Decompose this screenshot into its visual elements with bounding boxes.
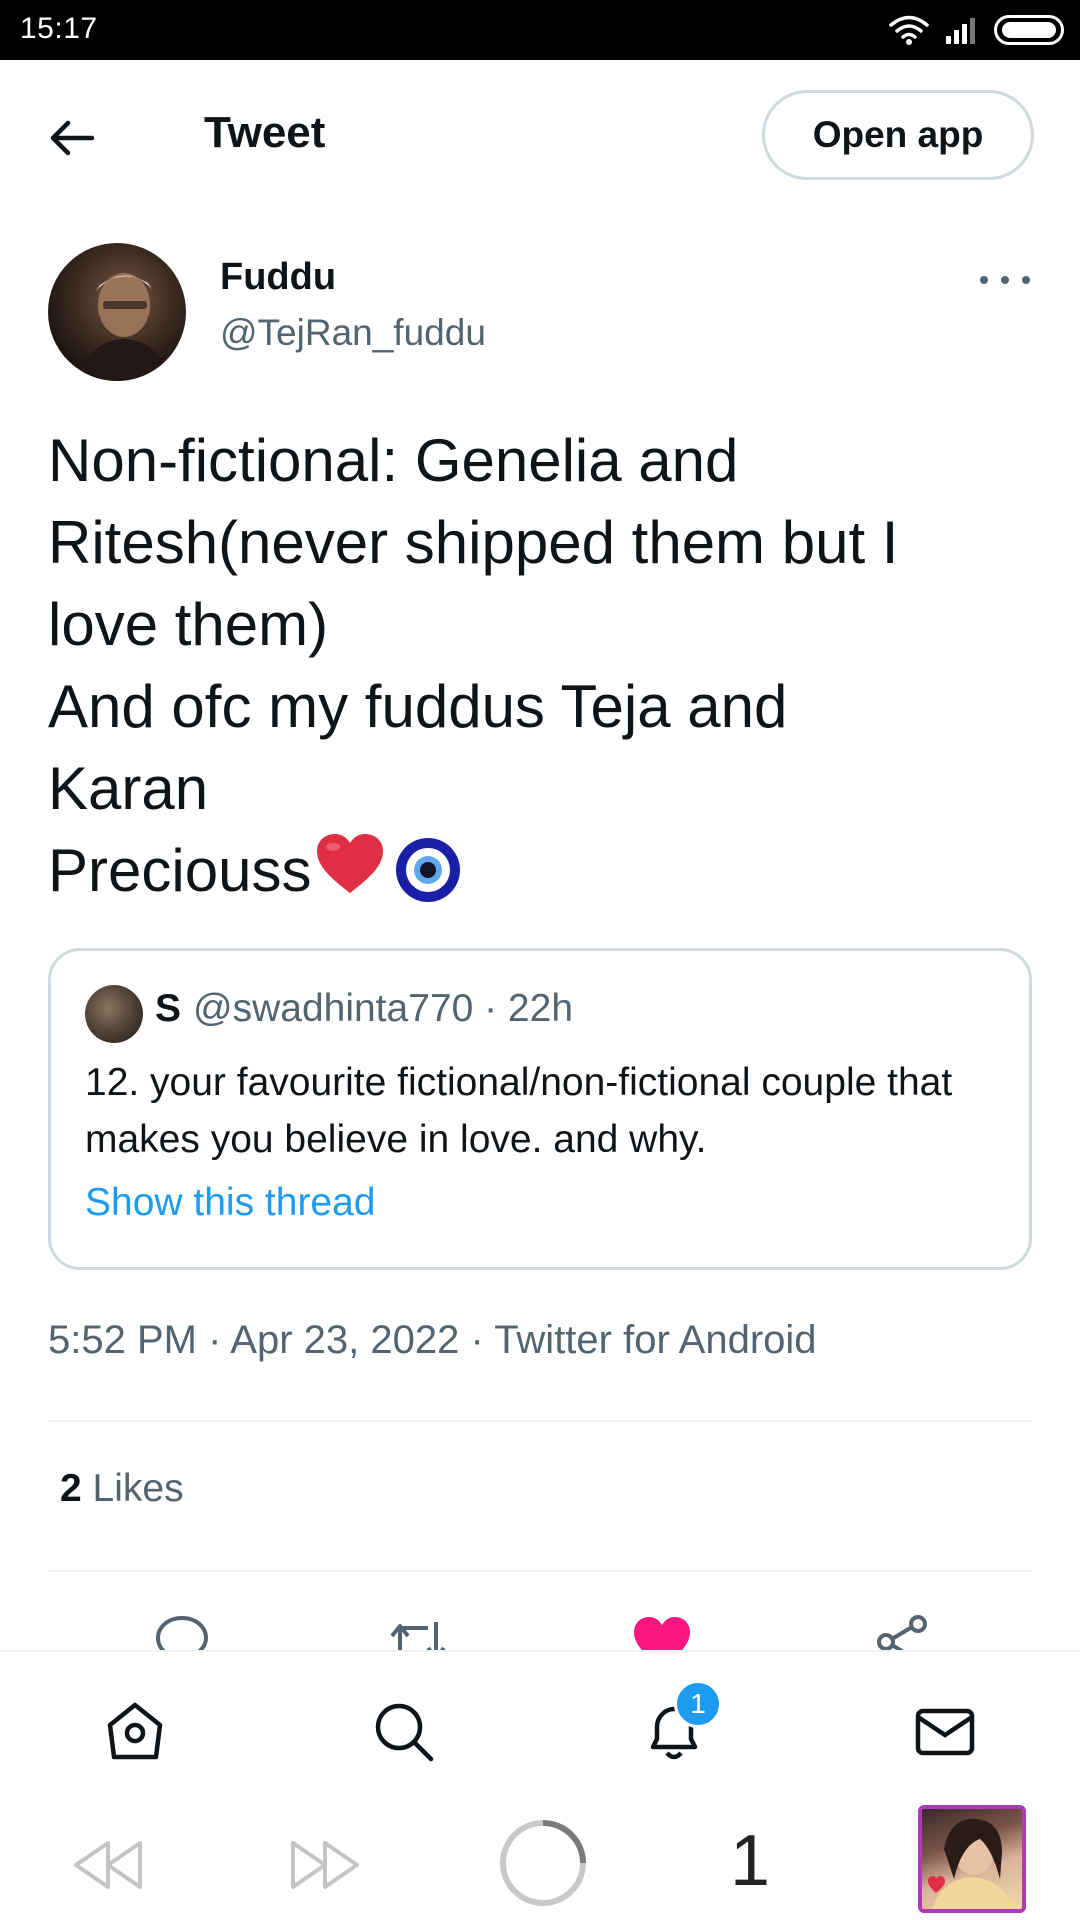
share-icon[interactable] (872, 1612, 932, 1650)
nav-home[interactable] (95, 1692, 175, 1772)
tweet-line: Ritesh(never shipped them but I (48, 509, 899, 576)
retweet-icon[interactable] (388, 1612, 448, 1650)
fast-forward-icon (291, 1841, 359, 1889)
reply-icon[interactable] (152, 1612, 212, 1650)
nav-search[interactable] (364, 1692, 444, 1772)
page-title: Tweet (204, 108, 326, 157)
status-bar: 15:17 (0, 0, 1080, 60)
mail-icon (915, 1708, 975, 1756)
likes-label: Likes (92, 1467, 184, 1510)
top-header: Tweet Open app (0, 60, 1080, 208)
thumbnail-image (928, 1818, 1014, 1909)
author-handle[interactable]: @TejRan_fuddu (220, 312, 486, 354)
battery-icon (994, 15, 1064, 45)
quoted-author-meta: @swadhinta770 · 22h (193, 987, 574, 1030)
tweet-last-line: Preciouss (48, 830, 1038, 912)
profile-thumbnail[interactable] (918, 1805, 1026, 1913)
more-dot-icon (1001, 276, 1009, 284)
quoted-tweet-card[interactable]: S @swadhinta770 · 22h 12. your favourite… (48, 948, 1032, 1270)
browser-toolbar: 1 (0, 1800, 1080, 1920)
likes-count[interactable]: 2 Likes (60, 1467, 184, 1511)
nav-messages[interactable] (905, 1692, 985, 1772)
quoted-author-name: S (155, 987, 182, 1030)
quoted-author-avatar (85, 985, 143, 1043)
search-icon (375, 1703, 434, 1762)
nazar-amulet-icon (396, 838, 461, 902)
browser-forward-button[interactable] (285, 1830, 365, 1900)
status-time: 15:17 (20, 12, 98, 45)
tweet-actions (0, 1600, 1080, 1650)
tweet-line: love them) (48, 591, 329, 658)
like-icon[interactable] (632, 1612, 692, 1650)
divider (48, 1570, 1032, 1572)
more-dot-icon (980, 276, 988, 284)
tweet-line: Karan (48, 755, 209, 822)
quoted-tweet-text: 12. your favourite fictional/non-fiction… (85, 1061, 953, 1161)
tweet-line: And ofc my fuddus Teja and (48, 673, 788, 740)
rewind-icon (74, 1841, 142, 1889)
open-app-button[interactable]: Open app (762, 90, 1034, 180)
back-button[interactable] (44, 110, 100, 166)
notification-badge: 1 (674, 1680, 722, 1728)
tweet-text: Non-fictional: Genelia and Ritesh(never … (48, 420, 1038, 912)
tweet-line: Preciouss (48, 837, 312, 904)
bottom-navigation: 1 (0, 1650, 1080, 1800)
tab-count[interactable]: 1 (730, 1820, 770, 1902)
divider (48, 1420, 1032, 1422)
loading-spinner-icon (500, 1820, 586, 1906)
likes-number: 2 (60, 1467, 82, 1510)
author-avatar[interactable] (48, 243, 186, 381)
browser-loading-button[interactable] (498, 1818, 588, 1908)
author-name[interactable]: Fuddu (220, 256, 336, 299)
back-arrow-icon (50, 120, 95, 156)
more-options-button[interactable] (980, 262, 1030, 298)
red-heart-icon (317, 834, 384, 893)
status-icons (888, 12, 1064, 48)
tweet-timestamp[interactable]: 5:52 PM · Apr 23, 2022 · Twitter for And… (48, 1318, 817, 1363)
tweet-line: Non-fictional: Genelia and (48, 427, 739, 494)
signal-icon (946, 18, 975, 44)
more-dot-icon (1022, 276, 1030, 284)
show-thread-link[interactable]: Show this thread (85, 1181, 376, 1225)
home-icon (107, 1702, 163, 1760)
wifi-icon (889, 15, 929, 45)
avatar-image (78, 273, 172, 381)
browser-back-button[interactable] (68, 1830, 148, 1900)
